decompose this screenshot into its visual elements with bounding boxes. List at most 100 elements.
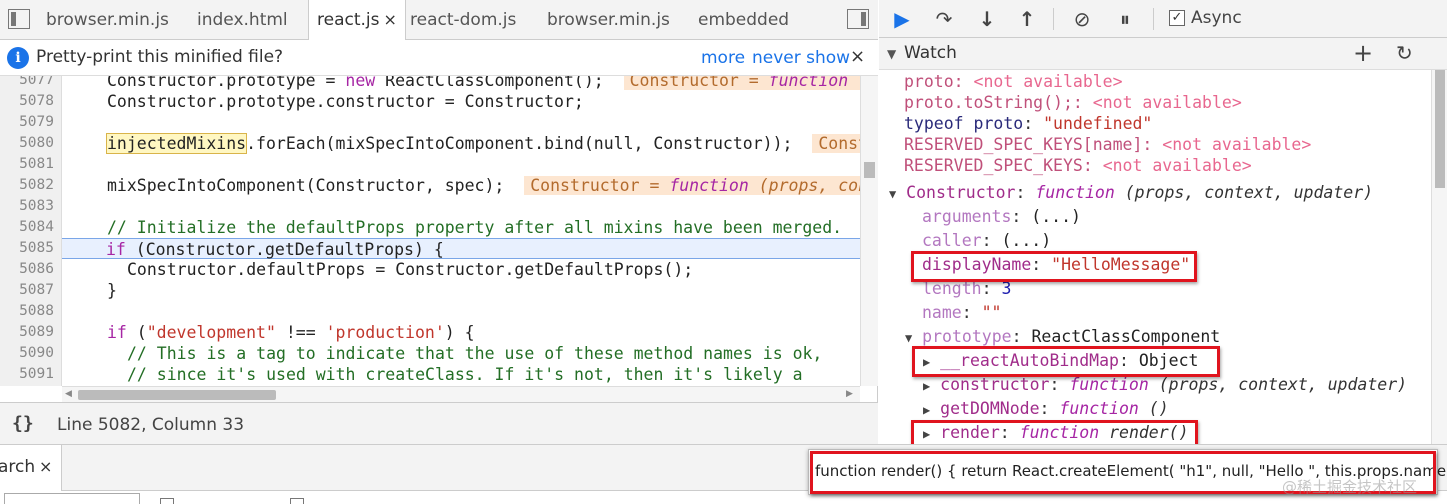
inline-function: function [768, 76, 849, 90]
tab-label: arch [0, 457, 36, 477]
pretty-print-button[interactable]: {} [12, 413, 34, 434]
toggle-debugger-icon[interactable] [847, 9, 869, 29]
scroll-left-icon[interactable]: ◀ [65, 389, 72, 399]
separator: : [1023, 114, 1044, 133]
watch-expression[interactable]: proto.toString();: <not available> [904, 92, 1242, 114]
step-over-icon[interactable]: ↷ [931, 6, 957, 32]
search-input[interactable] [4, 493, 140, 504]
resume-icon[interactable]: ▶ [889, 6, 915, 32]
tab-index-html[interactable]: index.html [197, 0, 288, 40]
line-number[interactable]: 5080 [0, 133, 54, 154]
property-value[interactable]: (...) [1001, 231, 1051, 250]
property-row[interactable]: ▶ getDOMNode: function () [923, 398, 1169, 420]
function-keyword: function [1035, 183, 1115, 202]
line-number[interactable]: 5090 [0, 343, 54, 364]
info-icon: i [7, 47, 29, 69]
watch-value: "undefined" [1043, 114, 1153, 133]
code-text: mixSpecIntoComponent(Constructor, spec); [107, 176, 505, 195]
code-line-5084: // Initialize the defaultProps property … [107, 218, 843, 237]
line-number[interactable]: 5085 [0, 238, 54, 259]
property-key: getDOMNode [940, 399, 1040, 418]
separator: : [1049, 375, 1070, 394]
debugger-toolbar: ▶ ↷ ↓ ↑ ⊘ ⏸ ✓ Async [879, 0, 1447, 38]
scrollbar-thumb[interactable] [864, 162, 875, 178]
search-option-checkbox[interactable] [290, 498, 304, 504]
tab-search[interactable]: arch × [0, 445, 62, 491]
line-number[interactable]: 5086 [0, 259, 54, 280]
tab-browser-min-js[interactable]: browser.min.js [46, 0, 169, 40]
infobar-close-icon[interactable]: × [850, 46, 865, 67]
editor-horizontal-scrollbar[interactable]: ◀ ▶ [62, 386, 860, 402]
watch-vertical-scrollbar[interactable] [1431, 70, 1447, 444]
watch-key: Constructor [906, 183, 1016, 202]
expand-triangle-icon[interactable]: ▼ [889, 187, 896, 201]
line-number[interactable]: 5082 [0, 175, 54, 196]
collapsed-triangle-icon[interactable]: ▶ [923, 403, 930, 417]
function-signature: (props, context, updater) [1114, 183, 1374, 202]
property-row[interactable]: arguments: (...) [922, 206, 1081, 228]
line-number[interactable]: 5077 [0, 76, 54, 91]
search-option-checkbox[interactable] [160, 498, 174, 504]
tab-embedded[interactable]: embedded [698, 0, 789, 40]
watch-expression[interactable]: proto: <not available> [904, 71, 1123, 93]
property-key: name [922, 303, 962, 322]
code-view[interactable]: 5077 5078 5079 5080 5081 5082 5083 5084 … [0, 76, 860, 386]
line-number[interactable]: 5079 [0, 112, 54, 133]
toggle-navigator-icon[interactable] [8, 9, 30, 29]
property-row[interactable]: caller: (...) [922, 230, 1051, 252]
scrollbar-thumb[interactable] [1435, 70, 1445, 188]
tab-react-dom-js[interactable]: react-dom.js [410, 0, 516, 40]
separator: : [1015, 183, 1036, 202]
tab-close-icon[interactable]: × [384, 10, 397, 29]
line-number[interactable]: 5088 [0, 301, 54, 322]
property-key: prototype [922, 327, 1012, 346]
scrollbar-thumb[interactable] [78, 390, 276, 400]
watch-expression[interactable]: typeof proto: "undefined" [904, 113, 1152, 135]
step-out-icon[interactable]: ↑ [1014, 6, 1040, 32]
add-watch-icon[interactable]: + [1353, 39, 1373, 67]
line-number[interactable]: 5091 [0, 364, 54, 385]
line-number[interactable]: 5084 [0, 217, 54, 238]
tab-react-js[interactable]: react.js × [308, 0, 406, 41]
code-keyword: new [345, 76, 376, 90]
property-row-prototype[interactable]: ▼ prototype: ReactClassComponent [905, 326, 1220, 348]
pause-on-exceptions-icon[interactable]: ⏸ [1112, 6, 1138, 32]
inline-text: Constructor = [530, 176, 670, 195]
watch-expression[interactable]: RESERVED_SPEC_KEYS: <not available> [904, 155, 1252, 177]
deactivate-breakpoints-icon[interactable]: ⊘ [1069, 6, 1095, 32]
line-number[interactable]: 5078 [0, 91, 54, 112]
watch-expression-constructor[interactable]: ▼ Constructor: function (props, context,… [889, 182, 1373, 204]
infobar-never-show-link[interactable]: never show [752, 48, 850, 68]
watch-key: typeof proto [904, 114, 1024, 133]
line-number[interactable]: 5087 [0, 280, 54, 301]
separator: : [1142, 135, 1163, 154]
line-number[interactable]: 5081 [0, 154, 54, 175]
scroll-right-icon[interactable]: ▶ [846, 389, 853, 399]
property-row[interactable]: ▶ constructor: function (props, context,… [923, 374, 1407, 396]
expand-triangle-icon[interactable]: ▼ [887, 47, 896, 61]
editor-vertical-scrollbar[interactable] [860, 76, 878, 386]
refresh-watch-icon[interactable]: ↻ [1396, 41, 1413, 65]
inline-value: Constructor = function (props, con [524, 176, 860, 195]
property-value[interactable]: (...) [1031, 207, 1081, 226]
watch-section-header[interactable]: ▼ Watch + ↻ [879, 38, 1447, 70]
function-signature: (props, context, updater) [1148, 375, 1408, 394]
code-line-5085-current: if (Constructor.getDefaultProps) { [62, 238, 860, 259]
line-number[interactable]: 5089 [0, 322, 54, 343]
expand-triangle-icon[interactable]: ▼ [905, 331, 912, 345]
tab-browser-min-js-2[interactable]: browser.min.js [547, 0, 670, 40]
tab-close-icon[interactable]: × [39, 457, 52, 476]
line-number[interactable]: 5083 [0, 196, 54, 217]
separator: : [953, 72, 974, 91]
code-keyword: if [107, 323, 127, 342]
collapsed-triangle-icon[interactable]: ▶ [923, 379, 930, 393]
async-checkbox[interactable]: ✓ [1169, 10, 1185, 26]
line-number[interactable]: 5092 [0, 385, 54, 386]
watch-expression[interactable]: RESERVED_SPEC_KEYS[name]: <not available… [904, 134, 1311, 156]
editor-tab-bar: browser.min.js index.html react.js × reac… [0, 0, 878, 41]
tab-label: browser.min.js [547, 10, 670, 30]
infobar-more-link[interactable]: more [701, 48, 745, 68]
property-row[interactable]: name: "" [922, 302, 1002, 324]
code-line-5078: Constructor.prototype.constructor = Cons… [107, 92, 584, 111]
step-into-icon[interactable]: ↓ [974, 6, 1000, 32]
